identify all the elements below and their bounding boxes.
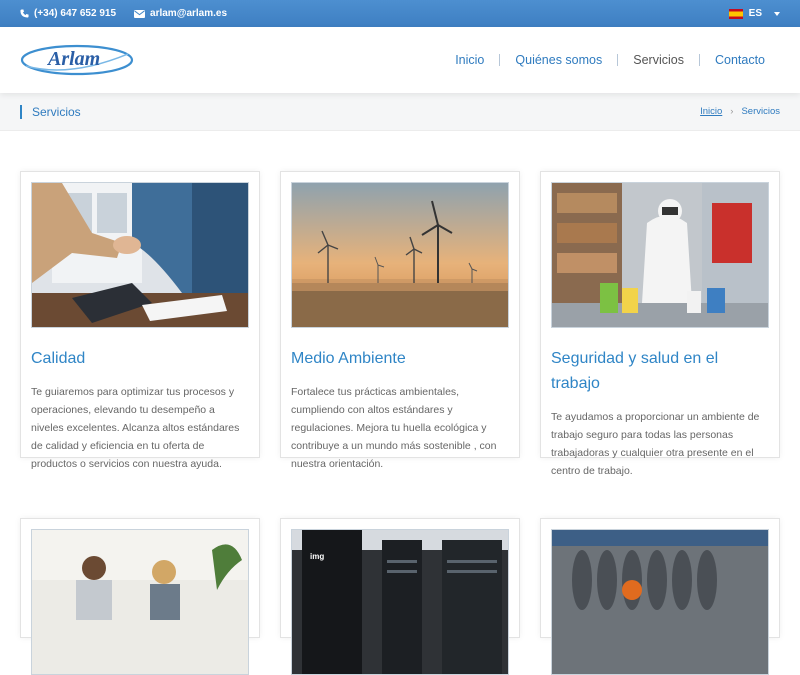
nav-contacto[interactable]: Contacto — [700, 53, 780, 67]
email-contact[interactable]: arlam@arlam.es — [134, 8, 227, 19]
card-image-industrial-machine[interactable] — [551, 529, 769, 675]
card-title[interactable]: Calidad — [31, 346, 249, 371]
main-nav: Inicio Quiénes somos Servicios Contacto — [440, 53, 780, 67]
language-selector[interactable]: ES — [728, 8, 780, 19]
card-image-wind-turbines[interactable] — [291, 182, 509, 328]
card-description: Te guiaremos para optimizar tus procesos… — [31, 386, 240, 470]
services-grid: Calidad Te guiaremos para optimizar tus … — [0, 131, 800, 675]
breadcrumb: Inicio › Servicios — [700, 106, 780, 117]
card-description: Fortalece tus prácticas ambientales, cum… — [291, 386, 497, 470]
logo-text: Arlam — [48, 48, 101, 70]
nav-quienes-somos[interactable]: Quiénes somos — [500, 53, 617, 67]
spain-flag-icon — [728, 8, 743, 19]
card-description: Te ayudamos a proporcionar un ambiente d… — [551, 411, 760, 477]
language-code: ES — [748, 8, 762, 19]
nav-inicio[interactable]: Inicio — [440, 53, 499, 67]
card-title[interactable]: Medio Ambiente — [291, 346, 509, 371]
phone-number: (+34) 647 652 915 — [34, 8, 117, 19]
phone-contact[interactable]: (+34) 647 652 915 — [20, 8, 116, 19]
top-bar: (+34) 647 652 915 arlam@arlam.es ES — [0, 0, 800, 27]
card-image-handshake[interactable] — [31, 182, 249, 328]
breadcrumb-bar: Servicios Inicio › Servicios — [0, 93, 800, 131]
envelope-icon — [134, 9, 146, 18]
email-address: arlam@arlam.es — [150, 8, 228, 19]
service-card-calidad[interactable]: Calidad Te guiaremos para optimizar tus … — [20, 171, 260, 470]
service-card-5[interactable]: img — [280, 518, 520, 675]
phone-icon — [20, 9, 29, 18]
service-card-seguridad[interactable]: Seguridad y salud en el trabajo Te ayuda… — [540, 171, 780, 477]
caret-down-icon — [774, 11, 780, 16]
nav-servicios[interactable]: Servicios — [618, 53, 699, 67]
card-image-safety-worker[interactable] — [551, 182, 769, 328]
card-image-meeting[interactable] — [31, 529, 249, 675]
service-card-6[interactable] — [540, 518, 780, 675]
card-title[interactable]: Seguridad y salud en el trabajo — [551, 346, 769, 396]
breadcrumb-chevron-icon: › — [730, 106, 734, 117]
breadcrumb-home-link[interactable]: Inicio — [700, 106, 722, 117]
img-badge: img — [310, 552, 325, 561]
service-card-4[interactable] — [20, 518, 260, 675]
breadcrumb-current: Servicios — [741, 106, 780, 117]
card-image-server-room[interactable]: img — [291, 529, 509, 675]
logo[interactable]: Arlam — [20, 42, 136, 78]
main-header: Arlam Inicio Quiénes somos Servicios Con… — [0, 27, 800, 93]
service-card-medio-ambiente[interactable]: Medio Ambiente Fortalece tus prácticas a… — [280, 171, 520, 470]
page-title: Servicios — [20, 104, 81, 119]
